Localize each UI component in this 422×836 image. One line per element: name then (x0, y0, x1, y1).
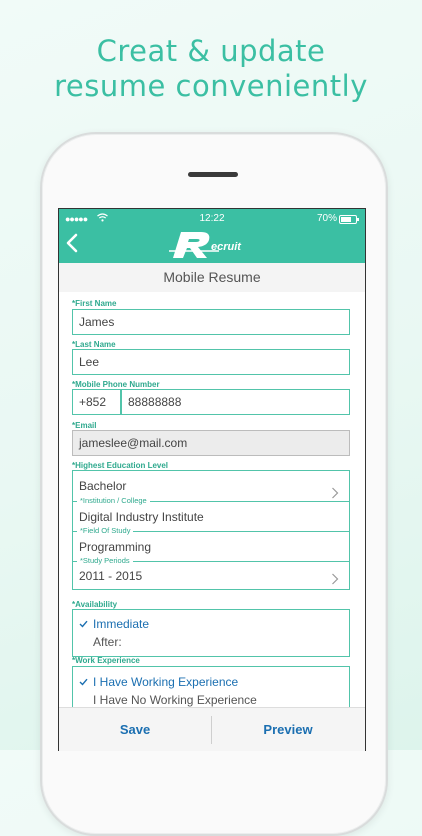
promo-headline: Creat & update resume conveniently (0, 34, 422, 104)
work-experience-yes-option[interactable]: I Have Working Experience (73, 674, 349, 690)
headline-line-1: Creat & update (96, 34, 326, 68)
mobile-label: *Mobile Phone Number (72, 380, 160, 389)
phone-number-input[interactable]: 88888888 (121, 389, 350, 415)
app-header: ●●●●● 12:22 70% ecruit (59, 209, 365, 263)
availability-immediate-label: Immediate (93, 617, 150, 631)
education-label: *Highest Education Level (72, 461, 169, 470)
study-periods-select[interactable]: 2011 - 2015 (73, 565, 349, 589)
work-experience-no-label: I Have No Working Experience (93, 693, 257, 707)
action-bar: Save Preview (59, 707, 365, 751)
field-of-study-label: *Field Of Study (77, 526, 134, 535)
work-experience-label: *Work Experience (72, 656, 140, 665)
email-label: *Email (72, 421, 97, 430)
status-bar: ●●●●● 12:22 70% (59, 209, 365, 229)
back-chevron-icon[interactable] (65, 233, 89, 257)
country-code-input[interactable]: +852 (72, 389, 121, 415)
study-periods-label: *Study Periods (77, 556, 133, 565)
institution-label: *Institution / College (77, 496, 150, 505)
availability-immediate-option[interactable]: Immediate (73, 616, 349, 632)
app-screen: ●●●●● 12:22 70% ecruit Mobile Resume *Fi… (58, 208, 366, 751)
check-icon (79, 674, 88, 690)
svg-text:ecruit: ecruit (211, 241, 242, 253)
first-name-input[interactable]: James (72, 309, 350, 335)
headline-line-2: resume conveniently (54, 69, 368, 103)
availability-label: *Availability (72, 600, 118, 609)
chevron-right-icon (331, 570, 341, 585)
study-periods-value: 2011 - 2015 (79, 569, 143, 583)
preview-button[interactable]: Preview (212, 708, 364, 751)
recruit-logo: ecruit (167, 229, 259, 261)
save-button[interactable]: Save (59, 708, 211, 751)
availability-after-label: After: (93, 635, 122, 649)
availability-group: Immediate After: (72, 609, 350, 657)
check-icon (79, 616, 88, 632)
availability-after-option[interactable]: After: (73, 634, 349, 650)
page-title: Mobile Resume (59, 263, 365, 292)
first-name-label: *First Name (72, 299, 117, 308)
last-name-input[interactable]: Lee (72, 349, 350, 375)
battery-icon (339, 215, 359, 224)
phone-speaker (188, 172, 238, 177)
work-experience-no-option[interactable]: I Have No Working Experience (73, 692, 349, 708)
education-group: Bachelor *Institution / College Digital … (72, 470, 350, 590)
work-experience-yes-label: I Have Working Experience (93, 675, 239, 689)
last-name-label: *Last Name (72, 340, 116, 349)
chevron-right-icon (331, 480, 341, 499)
email-field: jameslee@mail.com (72, 430, 350, 456)
battery-percent: 70% (316, 213, 337, 224)
